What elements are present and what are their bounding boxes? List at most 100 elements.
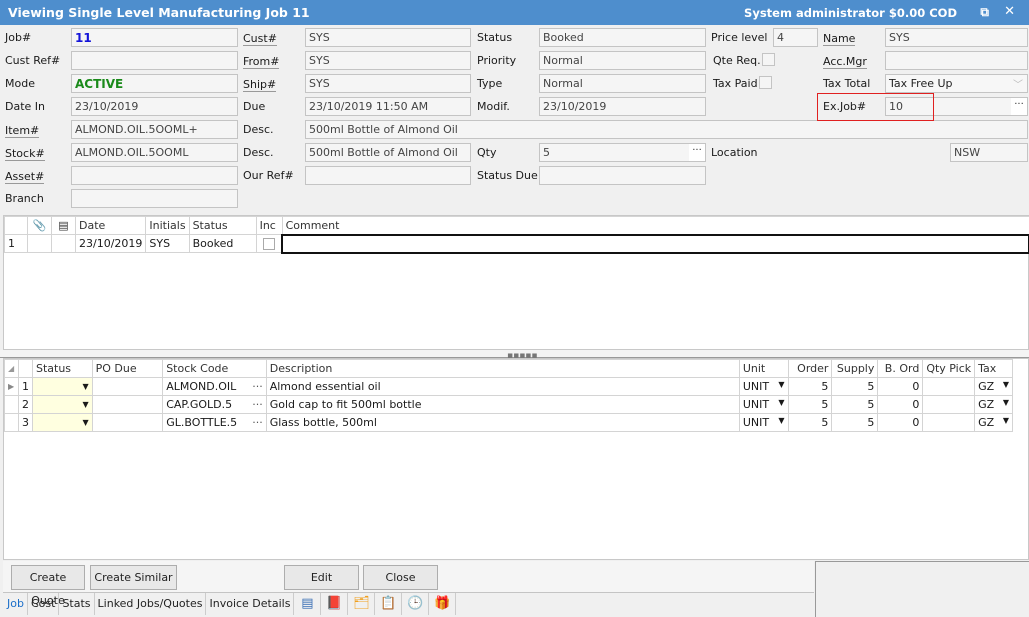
- ship-label[interactable]: Ship#: [243, 79, 277, 92]
- order-cell[interactable]: 5: [787, 413, 833, 432]
- qty-pick-cell[interactable]: [922, 377, 976, 396]
- tax-header[interactable]: Tax: [974, 359, 1013, 378]
- qte-req-checkbox[interactable]: [762, 53, 775, 66]
- description-cell[interactable]: Gold cap to fit 500ml bottle: [265, 395, 740, 414]
- type-field[interactable]: Normal: [539, 74, 706, 93]
- name-label[interactable]: Name: [823, 33, 856, 46]
- supply-header[interactable]: Supply: [831, 359, 879, 378]
- priority-field[interactable]: Normal: [539, 51, 706, 70]
- our-ref-field[interactable]: [305, 166, 471, 185]
- description-cell[interactable]: Almond essential oil: [265, 377, 740, 396]
- initials-header[interactable]: Initials: [145, 216, 190, 235]
- edit-button[interactable]: Edit: [284, 565, 359, 590]
- note-cell[interactable]: [51, 234, 76, 253]
- form-icon[interactable]: ▤: [294, 593, 322, 615]
- po-due-cell[interactable]: [91, 377, 164, 396]
- qty-pick-cell[interactable]: [922, 395, 976, 414]
- status-dropdown[interactable]: ▼: [31, 395, 93, 414]
- create-similar-button[interactable]: Create Similar: [90, 565, 177, 590]
- splitter-handle[interactable]: ▪▪▪▪▪: [0, 350, 1029, 361]
- po-due-cell[interactable]: [91, 395, 164, 414]
- tax-dropdown[interactable]: GZ ▼: [974, 395, 1013, 414]
- stock-code-cell[interactable]: ALMOND.OIL ···: [162, 377, 267, 396]
- tax-dropdown[interactable]: GZ ▼: [974, 413, 1013, 432]
- create-quote-button[interactable]: Create Quote: [11, 565, 85, 607]
- qty-pick-cell[interactable]: [922, 413, 976, 432]
- ex-job-ellipsis-button[interactable]: ···: [1011, 98, 1027, 115]
- stock-code-ellipsis-button[interactable]: ···: [252, 416, 263, 429]
- status-header[interactable]: Status: [31, 359, 93, 378]
- location-field[interactable]: NSW: [950, 143, 1028, 162]
- copy-icon[interactable]: 🗂: [348, 593, 376, 615]
- tab-invoice-details[interactable]: Invoice Details: [206, 593, 295, 615]
- inc-header[interactable]: Inc: [255, 216, 283, 235]
- acc-mgr-label[interactable]: Acc.Mgr: [823, 56, 867, 69]
- tax-total-select[interactable]: Tax Free Up ﹀: [885, 74, 1028, 93]
- b-ord-cell[interactable]: 0: [877, 377, 924, 396]
- cust-ref-field[interactable]: [71, 51, 238, 70]
- item-desc-field[interactable]: 500ml Bottle of Almond Oil: [305, 120, 1028, 139]
- stock-field[interactable]: ALMOND.OIL.5OOML: [71, 143, 238, 162]
- item-field[interactable]: ALMOND.OIL.5OOML+: [71, 120, 238, 139]
- branch-field[interactable]: [71, 189, 238, 208]
- tax-paid-checkbox[interactable]: [759, 76, 772, 89]
- qty-ellipsis-button[interactable]: ···: [689, 144, 705, 161]
- book-icon[interactable]: 📕: [321, 593, 349, 615]
- b-ord-cell[interactable]: 0: [877, 413, 924, 432]
- comment-header[interactable]: Comment: [281, 216, 1029, 235]
- clipboard-icon[interactable]: 📋: [375, 593, 403, 615]
- inc-checkbox[interactable]: [262, 238, 275, 250]
- comment-cell[interactable]: [281, 233, 1029, 254]
- supply-cell[interactable]: 5: [831, 395, 879, 414]
- order-cell[interactable]: 5: [787, 395, 833, 414]
- cust-label[interactable]: Cust#: [243, 33, 277, 46]
- qty-pick-header[interactable]: Qty Pick: [922, 359, 976, 378]
- b-ord-cell[interactable]: 0: [877, 395, 924, 414]
- date-header[interactable]: Date: [74, 216, 147, 235]
- order-header[interactable]: Order: [787, 359, 833, 378]
- tab-stats[interactable]: Stats: [59, 593, 95, 615]
- initials-cell[interactable]: SYS: [145, 234, 190, 253]
- status-field[interactable]: Booked: [539, 28, 706, 47]
- date-in-field[interactable]: 23/10/2019: [71, 97, 238, 116]
- date-cell[interactable]: 23/10/2019: [74, 234, 147, 253]
- asset-field[interactable]: [71, 166, 238, 185]
- description-header[interactable]: Description: [265, 359, 740, 378]
- tax-dropdown[interactable]: GZ ▼: [974, 377, 1013, 396]
- stock-code-ellipsis-button[interactable]: ···: [252, 380, 263, 393]
- unit-header[interactable]: Unit: [738, 359, 789, 378]
- close-button[interactable]: Close: [363, 565, 438, 590]
- unit-dropdown[interactable]: UNIT ▼: [738, 377, 789, 396]
- from-field[interactable]: SYS: [305, 51, 471, 70]
- schedule-icon[interactable]: 🕒: [402, 593, 430, 615]
- stock-code-cell[interactable]: CAP.GOLD.5 ···: [162, 395, 267, 414]
- unit-dropdown[interactable]: UNIT ▼: [738, 413, 789, 432]
- supply-cell[interactable]: 5: [831, 413, 879, 432]
- po-due-cell[interactable]: [91, 413, 164, 432]
- tab-cost[interactable]: Cost: [28, 593, 60, 615]
- b-ord-header[interactable]: B. Ord: [877, 359, 924, 378]
- supply-cell[interactable]: 5: [831, 377, 879, 396]
- status-due-field[interactable]: [539, 166, 706, 185]
- due-field[interactable]: 23/10/2019 11:50 AM: [305, 97, 471, 116]
- gift-money-icon[interactable]: 🎁: [429, 593, 457, 615]
- select-all-icon[interactable]: ◢: [4, 359, 19, 378]
- stock-code-ellipsis-button[interactable]: ···: [252, 398, 263, 411]
- unit-dropdown[interactable]: UNIT ▼: [738, 395, 789, 414]
- asset-label[interactable]: Asset#: [5, 171, 45, 184]
- name-field[interactable]: SYS: [885, 28, 1028, 47]
- inc-cell[interactable]: [255, 234, 283, 253]
- restore-icon[interactable]: ⧉: [980, 5, 989, 20]
- line-row[interactable]: 2 ▼ CAP.GOLD.5 ··· Gold cap to fit 500ml …: [4, 395, 1013, 414]
- stock-code-cell[interactable]: GL.BOTTLE.5 ···: [162, 413, 267, 432]
- status-cell[interactable]: Booked: [188, 234, 257, 253]
- ship-field[interactable]: SYS: [305, 74, 471, 93]
- po-due-header[interactable]: PO Due: [91, 359, 164, 378]
- status-dropdown[interactable]: ▼: [31, 377, 93, 396]
- stock-code-header[interactable]: Stock Code: [162, 359, 267, 378]
- from-label[interactable]: From#: [243, 56, 280, 69]
- acc-mgr-field[interactable]: [885, 51, 1028, 70]
- stock-label[interactable]: Stock#: [5, 148, 45, 161]
- history-row[interactable]: 1 23/10/2019 SYS Booked: [4, 233, 1029, 254]
- job-number-field[interactable]: 11: [71, 28, 238, 47]
